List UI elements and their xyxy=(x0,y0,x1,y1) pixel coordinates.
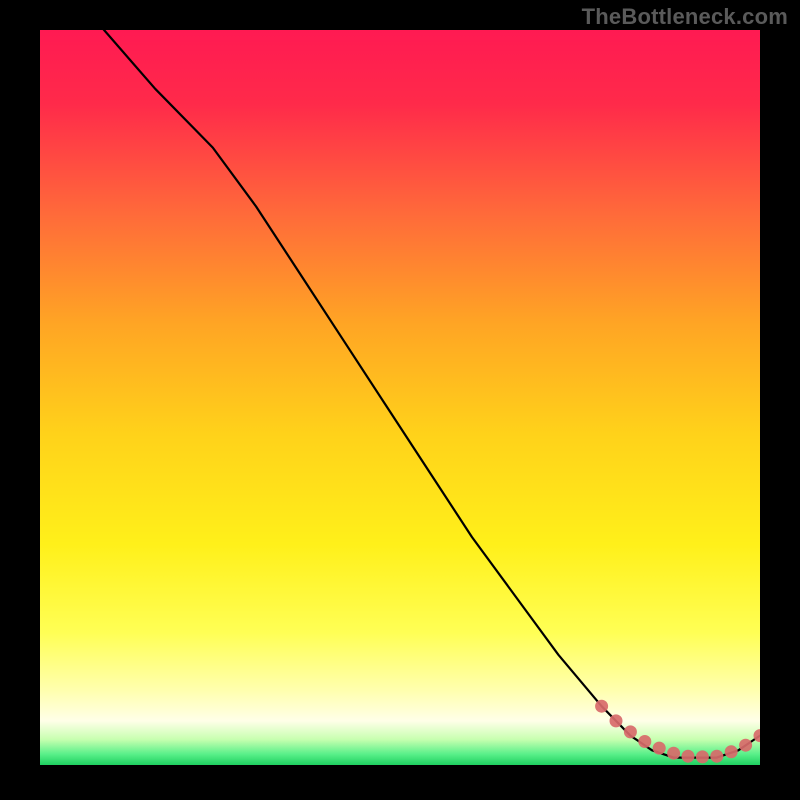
data-line xyxy=(40,30,760,758)
data-markers xyxy=(595,700,760,764)
plot-area xyxy=(40,30,760,765)
chart-frame: TheBottleneck.com xyxy=(0,0,800,800)
watermark-text: TheBottleneck.com xyxy=(582,4,788,30)
plot-line-layer xyxy=(40,30,760,765)
